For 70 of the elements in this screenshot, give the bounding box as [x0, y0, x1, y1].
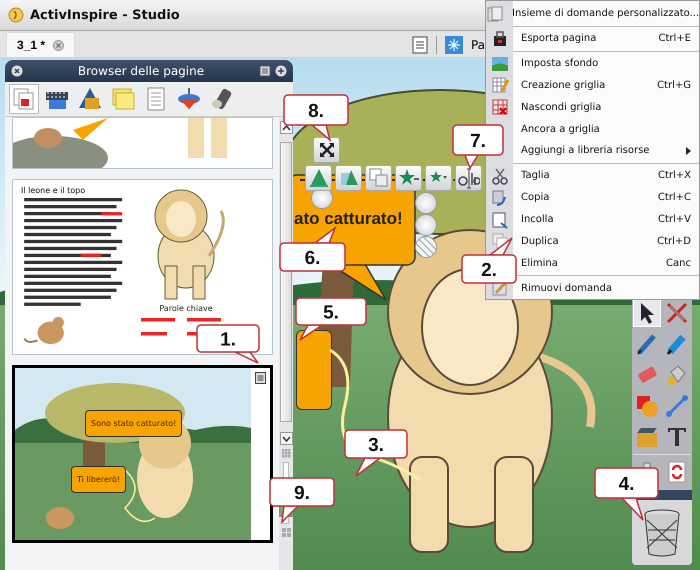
tab-label: 3_1 *: [17, 38, 46, 52]
page-notes-icon[interactable]: [259, 65, 271, 77]
speech-bubble: Sono stato catturato!: [85, 410, 182, 437]
callout-tooltip: 9.: [268, 476, 336, 524]
trash-bin-icon[interactable]: [642, 508, 682, 558]
grid-pencil-icon: [490, 76, 508, 94]
callout-tooltip: 7.: [451, 123, 505, 170]
paste-icon: [490, 210, 508, 229]
scroll-down-button[interactable]: [280, 432, 292, 445]
menu-item[interactable]: Insieme di domande personalizzato...: [486, 3, 699, 25]
menu-item[interactable]: Copia Ctrl+C: [486, 186, 699, 209]
connector-icon: [665, 394, 689, 418]
pin-icon[interactable]: [275, 65, 287, 77]
text-cursor-icon: [458, 167, 480, 189]
chevron-down-icon: [282, 436, 290, 442]
grid-view-icon: [282, 449, 290, 458]
scrollbar-thumb[interactable]: [280, 142, 292, 422]
page-notes-icon[interactable]: [412, 36, 428, 54]
document-tab[interactable]: 3_1 *: [6, 32, 76, 57]
tile-view-icon: [282, 528, 290, 537]
grid-icon: [490, 98, 508, 116]
spinning-top-icon: [176, 86, 202, 112]
scissors-icon: [490, 166, 508, 185]
shapes-icon: [635, 394, 659, 418]
callout-tooltip: 8.: [282, 93, 350, 142]
browser-tab[interactable]: [9, 84, 39, 114]
page-title: Il leone e il topo: [21, 186, 86, 195]
toolbar-button[interactable]: [395, 165, 422, 191]
page-notes-icon[interactable]: [255, 372, 266, 384]
landscape-icon: [490, 54, 508, 73]
bubble-text[interactable]: ato catturato!: [294, 209, 403, 229]
move-handle[interactable]: [313, 137, 340, 163]
callout-tooltip: 5.: [294, 296, 368, 342]
callout-tooltip: 4.: [593, 466, 660, 522]
callout-tooltip: 1.: [195, 323, 261, 365]
callout-tooltip: 2.: [460, 236, 518, 285]
callout-tooltip: 3.: [343, 428, 409, 478]
window-title: ActivInspire - Studio: [30, 8, 180, 22]
toolbar-button[interactable]: [425, 165, 452, 191]
panel-title: Browser delle pagine: [76, 64, 206, 78]
chevron-up-icon: [282, 124, 290, 130]
menu-item[interactable]: Esporta pagina Ctrl+E: [486, 28, 699, 50]
shapes-icon: [77, 86, 103, 112]
tools-icon: [665, 301, 689, 325]
copy-icon: [490, 188, 508, 207]
move-arrows-icon: [318, 142, 334, 158]
speech-bubble[interactable]: [296, 330, 332, 410]
tree-front-icon: [308, 167, 330, 189]
callout-tooltip: 6.: [278, 226, 347, 273]
pen-icon: [635, 332, 659, 356]
close-icon[interactable]: [11, 65, 23, 77]
app-logo-icon: [8, 7, 24, 23]
toolbar-label: Pa: [470, 38, 485, 52]
speech-bubble: Ti libererò!: [71, 466, 126, 493]
caption: Parole chiave: [159, 304, 213, 313]
media-icon: [635, 425, 659, 449]
menu-item[interactable]: Nascondi griglia: [486, 96, 699, 118]
menu-item[interactable]: Imposta sfondo: [486, 52, 699, 75]
page-thumbnail[interactable]: Sono stato catturato! Ti libererò!: [12, 365, 273, 543]
notes-icon: [110, 86, 136, 112]
close-icon[interactable]: [53, 40, 64, 50]
menu-item[interactable]: Creazione griglia Ctrl+G: [486, 74, 699, 96]
cards-icon: [486, 4, 504, 23]
text-icon: [665, 425, 689, 449]
duplicate-icon: [368, 167, 390, 189]
snowflake-icon[interactable]: [444, 36, 463, 54]
submenu-arrow-icon: [686, 146, 691, 155]
toolbar-button[interactable]: [455, 165, 482, 191]
menu-item[interactable]: Incolla Ctrl+V: [486, 208, 699, 230]
tool-button[interactable]: [633, 299, 661, 327]
